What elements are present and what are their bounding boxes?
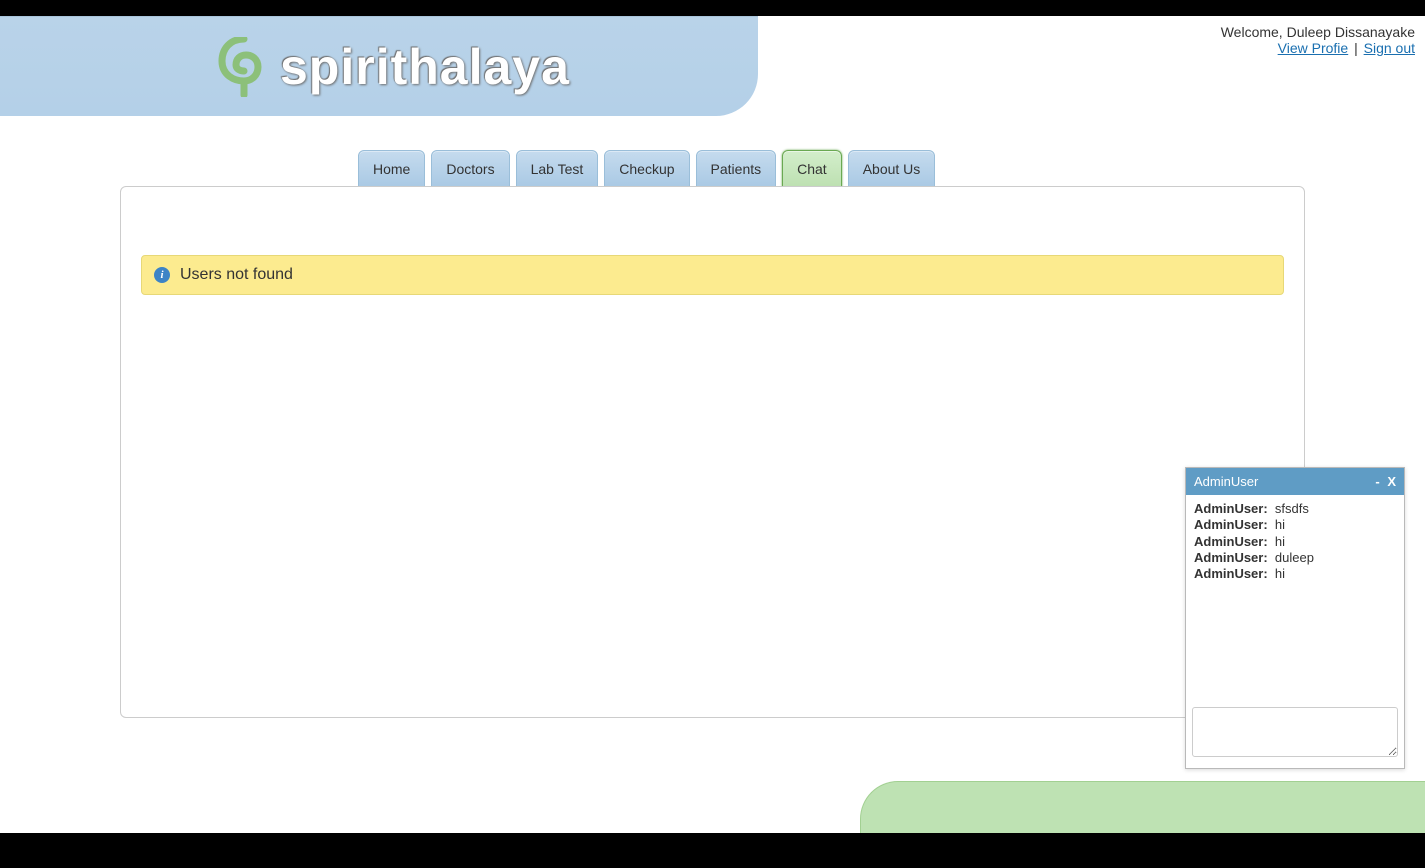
nav-home[interactable]: Home [358, 150, 425, 188]
chat-text: hi [1275, 566, 1285, 581]
alert-message: Users not found [180, 266, 293, 284]
info-icon: i [154, 267, 170, 283]
chat-messages[interactable]: AdminUser: sfsdfs AdminUser: hi AdminUse… [1186, 495, 1404, 701]
nav-label: Lab Test [531, 161, 584, 177]
chat-text: duleep [1275, 550, 1314, 565]
nav-checkup[interactable]: Checkup [604, 150, 689, 188]
footer-accent [860, 781, 1425, 833]
logo-swirl-icon [218, 37, 270, 97]
user-links: Welcome, Duleep Dissanayake View Profie … [1221, 24, 1415, 56]
content-panel: i Users not found [120, 186, 1305, 718]
chat-message: AdminUser: hi [1194, 566, 1396, 582]
nav-patients[interactable]: Patients [696, 150, 777, 188]
chat-header[interactable]: AdminUser - X [1186, 468, 1404, 495]
nav-label: Checkup [619, 161, 674, 177]
chat-sender: AdminUser: [1194, 501, 1268, 516]
chat-input[interactable] [1192, 707, 1398, 757]
chat-text: hi [1275, 517, 1285, 532]
info-alert: i Users not found [141, 255, 1284, 295]
nav-labtest[interactable]: Lab Test [516, 150, 599, 188]
separator: | [1350, 40, 1361, 56]
browser-bottom-bar [0, 833, 1425, 868]
nav-doctors[interactable]: Doctors [431, 150, 509, 188]
chat-text: hi [1275, 534, 1285, 549]
chat-sender: AdminUser: [1194, 566, 1268, 581]
chat-sender: AdminUser: [1194, 517, 1268, 532]
chat-input-wrap [1186, 701, 1404, 768]
nav-aboutus[interactable]: About Us [848, 150, 936, 188]
signout-link[interactable]: Sign out [1364, 40, 1415, 56]
nav-label: Doctors [446, 161, 494, 177]
nav-bar: Home Doctors Lab Test Checkup Patients C… [0, 116, 1425, 186]
nav-label: Patients [711, 161, 762, 177]
browser-top-bar [0, 0, 1425, 16]
chat-minimize-button[interactable]: - [1375, 474, 1379, 489]
chat-title: AdminUser [1194, 474, 1258, 489]
chat-message: AdminUser: hi [1194, 534, 1396, 550]
brand-title: spirithalaya [280, 38, 570, 96]
nav-chat[interactable]: Chat [782, 150, 842, 188]
chat-message: AdminUser: sfsdfs [1194, 501, 1396, 517]
chat-message: AdminUser: hi [1194, 517, 1396, 533]
chat-close-button[interactable]: X [1387, 474, 1396, 489]
chat-sender: AdminUser: [1194, 550, 1268, 565]
view-profile-link[interactable]: View Profie [1278, 40, 1349, 56]
chat-text: sfsdfs [1275, 501, 1309, 516]
user-name: Duleep Dissanayake [1287, 24, 1415, 40]
nav-label: Home [373, 161, 410, 177]
chat-message: AdminUser: duleep [1194, 550, 1396, 566]
nav-label: Chat [797, 161, 827, 177]
chat-sender: AdminUser: [1194, 534, 1268, 549]
logo-banner: spirithalaya [0, 16, 758, 116]
chat-widget: AdminUser - X AdminUser: sfsdfs AdminUse… [1185, 467, 1405, 769]
welcome-prefix: Welcome, [1221, 24, 1287, 40]
welcome-text: Welcome, Duleep Dissanayake [1221, 24, 1415, 40]
nav-label: About Us [863, 161, 921, 177]
header: spirithalaya Welcome, Duleep Dissanayake… [0, 16, 1425, 116]
